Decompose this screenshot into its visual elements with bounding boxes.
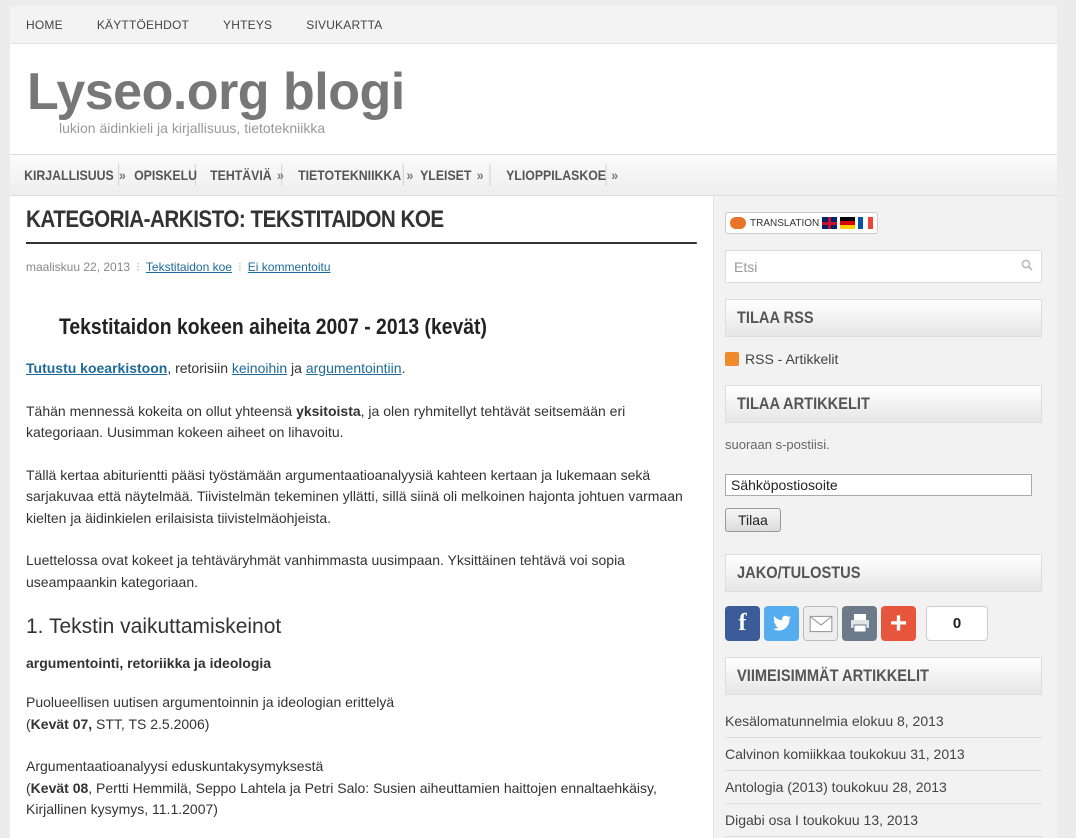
paragraph: Tällä kertaa abiturientti pääsi työstämä…: [26, 466, 683, 526]
page: HOME KÄYTTÖEHDOT YHTEYS SIVUKARTTA Lyseo…: [10, 6, 1057, 838]
france-flag-icon[interactable]: [858, 217, 874, 229]
nav-label: TEHTÄVIÄ: [210, 167, 272, 183]
rss-link[interactable]: RSS - Artikkelit: [725, 351, 1041, 367]
text-span: ja: [287, 360, 306, 376]
widget-title-text: JAKO/TULOSTUS: [737, 563, 861, 582]
nav-item-kirjallisuus[interactable]: KIRJALLISUUS»: [10, 164, 126, 186]
nav-item-ylioppilaskoe[interactable]: YLIOPPILASKOE»: [492, 164, 618, 186]
post-category-link[interactable]: Tekstitaidon koe: [146, 260, 232, 274]
paragraph: Tähän mennessä kokeita on ollut yhteensä…: [26, 401, 697, 444]
share-bar: f + 0: [725, 606, 1041, 641]
item-source: (Kevät 07, STT, TS 2.5.2006): [26, 714, 697, 736]
translation-label: TRANSLATION: [750, 217, 820, 229]
text-span: .: [401, 360, 406, 376]
nav-label: OPISKELU: [134, 167, 198, 183]
intro-paragraph: Tutustu koearkistoon, retorisiin keinoih…: [26, 358, 697, 380]
paragraph: Luettelossa ovat kokeet ja tehtäväryhmät…: [26, 552, 625, 590]
search-box[interactable]: Etsi: [725, 250, 1042, 283]
facebook-icon[interactable]: f: [725, 606, 760, 641]
subscribe-button[interactable]: Tilaa: [725, 508, 781, 532]
share-count: 0: [926, 606, 988, 641]
submenu-arrow-icon: »: [276, 167, 284, 183]
meta-separator: ⁝: [237, 260, 242, 274]
bold-text: Kevät 08: [30, 779, 89, 796]
post-meta: maaliskuu 22, 2013 ⁝ Tekstitaidon koe ⁝ Ei k…: [26, 260, 697, 274]
widget-title-share: JAKO/TULOSTUS: [725, 554, 1042, 592]
subsection-heading: argumentointi, retoriikka ja ideologia: [26, 655, 272, 671]
more-icon[interactable]: +: [881, 606, 916, 641]
nav-item-tietotekniikka[interactable]: TIETOTEKNIIKKA»: [284, 164, 413, 186]
subscribe-text: suoraan s-postiisi.: [725, 437, 830, 452]
widget-title-text: VIIMEISIMMÄT ARTIKKELIT: [737, 666, 929, 685]
search-icon[interactable]: [1021, 259, 1033, 271]
nav-label: KIRJALLISUUS: [24, 167, 114, 183]
speech-bubble-icon: [730, 217, 746, 229]
submenu-arrow-icon: »: [611, 167, 619, 183]
site-header: Lyseo.org blogi lukion äidinkieli ja kir…: [10, 44, 1057, 154]
meta-separator: ⁝: [136, 260, 140, 274]
category-title: KATEGORIA-ARKISTO: TEKSTITAIDON KOE: [26, 206, 698, 244]
text-span: , Pertti Hemmilä, Seppo Lahtela ja Petri…: [26, 779, 657, 818]
email-field[interactable]: Sähköpostiosoite: [725, 474, 1032, 496]
recent-post-link[interactable]: Antologia (2013) toukokuu 28, 2013: [725, 771, 1042, 804]
bold-text: yksitoista: [296, 402, 361, 419]
nav-label: YLIOPPILASKOE: [506, 167, 607, 183]
item-title: Puolueellisen uutisen argumentoinnin ja …: [26, 694, 395, 710]
widget-title-text: TILAA RSS: [737, 308, 814, 327]
widget-title-text: TILAA ARTIKKELIT: [737, 394, 870, 413]
nav-label: TIETOTEKNIIKKA: [298, 167, 402, 183]
list-item: Puolueellisen uutisen argumentoinnin ja …: [26, 692, 697, 735]
topnav-contact[interactable]: YHTEYS: [223, 18, 272, 32]
recent-post-link[interactable]: Calvinon komiikkaa toukokuu 31, 2013: [725, 738, 1042, 771]
submenu-arrow-icon: »: [476, 167, 484, 183]
recent-post-link[interactable]: Kesälomatunnelmia elokuu 8, 2013: [725, 705, 1042, 738]
post-comments-link[interactable]: Ei kommentoitu: [248, 260, 331, 274]
widget-title-articles: TILAA ARTIKKELIT: [725, 385, 1042, 423]
widget-title-recent: VIIMEISIMMÄT ARTIKKELIT: [725, 657, 1042, 695]
list-item: Argumentaatioanalyysi eduskuntakysymykse…: [26, 756, 697, 821]
item-title: Argumentaatioanalyysi eduskuntakysymykse…: [26, 758, 324, 774]
text-span: , retorisiin: [167, 360, 232, 376]
nav-label: YLEISET: [420, 167, 472, 183]
site-tagline: lukion äidinkieli ja kirjallisuus, tieto…: [59, 120, 326, 136]
text-span: STT, TS 2.5.2006): [92, 715, 210, 732]
rhetoric-link[interactable]: keinoihin: [232, 360, 287, 376]
germany-flag-icon[interactable]: [840, 217, 856, 229]
topnav-sitemap[interactable]: SIVUKARTTA: [306, 18, 382, 32]
print-icon[interactable]: [842, 606, 877, 641]
nav-item-tehtavia[interactable]: TEHTÄVIÄ»: [196, 164, 284, 186]
topnav-terms[interactable]: KÄYTTÖEHDOT: [97, 18, 189, 32]
main-navigation: KIRJALLISUUS» OPISKELU TEHTÄVIÄ» TIETOTE…: [10, 154, 1057, 196]
rss-icon: [725, 352, 739, 366]
nav-item-opiskelu[interactable]: OPISKELU: [120, 164, 198, 186]
email-icon[interactable]: [803, 606, 838, 641]
topnav-home[interactable]: HOME: [26, 18, 63, 32]
argumentation-link[interactable]: argumentointiin: [306, 360, 402, 376]
post-date: maaliskuu 22, 2013: [26, 260, 131, 274]
recent-posts-list: Kesälomatunnelmia elokuu 8, 2013 Calvino…: [725, 705, 1042, 837]
recent-post-link[interactable]: Digabi osa I toukokuu 13, 2013: [725, 804, 1042, 837]
main-content: KATEGORIA-ARKISTO: TEKSTITAIDON KOE maal…: [26, 206, 698, 821]
nav-item-yleiset[interactable]: YLEISET»: [406, 164, 491, 186]
widget-title-rss: TILAA RSS: [725, 299, 1042, 337]
archive-link[interactable]: Tutustu koearkistoon: [26, 360, 167, 376]
search-placeholder: Etsi: [734, 259, 758, 275]
site-title[interactable]: Lyseo.org blogi: [27, 62, 405, 122]
top-navigation: HOME KÄYTTÖEHDOT YHTEYS SIVUKARTTA: [10, 6, 1057, 44]
section-heading: 1. Tekstin vaikuttamiskeinot: [26, 615, 282, 638]
post-title[interactable]: Tekstitaidon kokeen aiheita 2007 - 2013 …: [59, 314, 620, 340]
translation-button[interactable]: TRANSLATION: [725, 212, 879, 234]
sidebar: TRANSLATION Etsi TILAA RSS RSS - Artikke…: [713, 196, 1057, 838]
uk-flag-icon[interactable]: [822, 217, 838, 229]
bold-text: Kevät 07,: [30, 715, 93, 732]
text-span: Tähän mennessä kokeita on ollut yhteensä: [26, 402, 297, 419]
item-source: (Kevät 08, Pertti Hemmilä, Seppo Lahtela…: [26, 778, 697, 821]
rss-link-label: RSS - Artikkelit: [745, 351, 839, 367]
twitter-icon[interactable]: [764, 606, 799, 641]
